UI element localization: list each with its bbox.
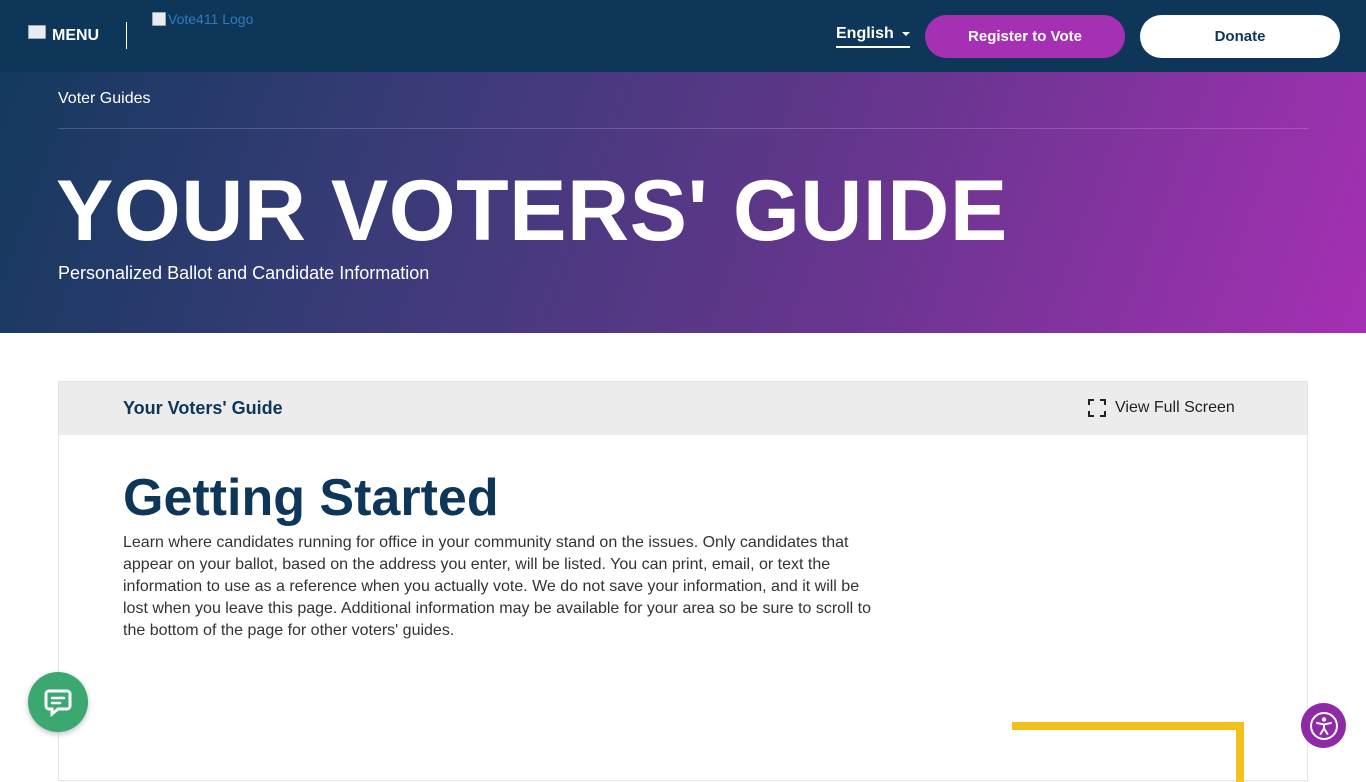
chevron-down-icon: [901, 32, 910, 36]
divider: [58, 128, 1308, 129]
getting-started-heading: Getting Started: [123, 469, 499, 527]
voters-guide-panel: Your Voters' Guide View Full Screen Gett…: [58, 381, 1308, 782]
decorative-frame: [1012, 722, 1244, 782]
accessibility-icon: [1309, 711, 1338, 740]
breadcrumb[interactable]: Voter Guides: [58, 90, 151, 108]
top-navigation: MENU Vote411 Logo English Register to Vo…: [0, 0, 1366, 72]
register-to-vote-button[interactable]: Register to Vote: [925, 15, 1125, 58]
view-full-screen-label: View Full Screen: [1115, 399, 1235, 416]
nav-divider: [126, 22, 127, 49]
site-logo[interactable]: Vote411 Logo: [152, 11, 253, 27]
view-full-screen-button[interactable]: View Full Screen: [1088, 399, 1235, 417]
broken-image-icon: [28, 25, 46, 39]
page-title: YOUR VOTERS' GUIDE: [56, 163, 1008, 259]
panel-title: Your Voters' Guide: [123, 398, 283, 418]
logo-alt-text: Vote411 Logo: [168, 11, 254, 27]
language-selector[interactable]: English: [836, 25, 910, 48]
panel-header: Your Voters' Guide View Full Screen: [59, 382, 1307, 435]
page-subtitle: Personalized Ballot and Candidate Inform…: [58, 263, 430, 283]
language-label: English: [836, 25, 894, 42]
menu-label: MENU: [52, 27, 100, 44]
intro-paragraph: Learn where candidates running for offic…: [123, 534, 871, 639]
hero-banner: Voter Guides YOUR VOTERS' GUIDE Personal…: [0, 72, 1366, 333]
broken-image-icon: [152, 12, 166, 26]
menu-button[interactable]: MENU: [28, 22, 99, 50]
accessibility-button[interactable]: [1301, 703, 1346, 748]
donate-button[interactable]: Donate: [1140, 15, 1340, 58]
expand-icon: [1088, 399, 1106, 417]
chat-icon: [44, 689, 72, 717]
chat-button[interactable]: [28, 672, 88, 732]
